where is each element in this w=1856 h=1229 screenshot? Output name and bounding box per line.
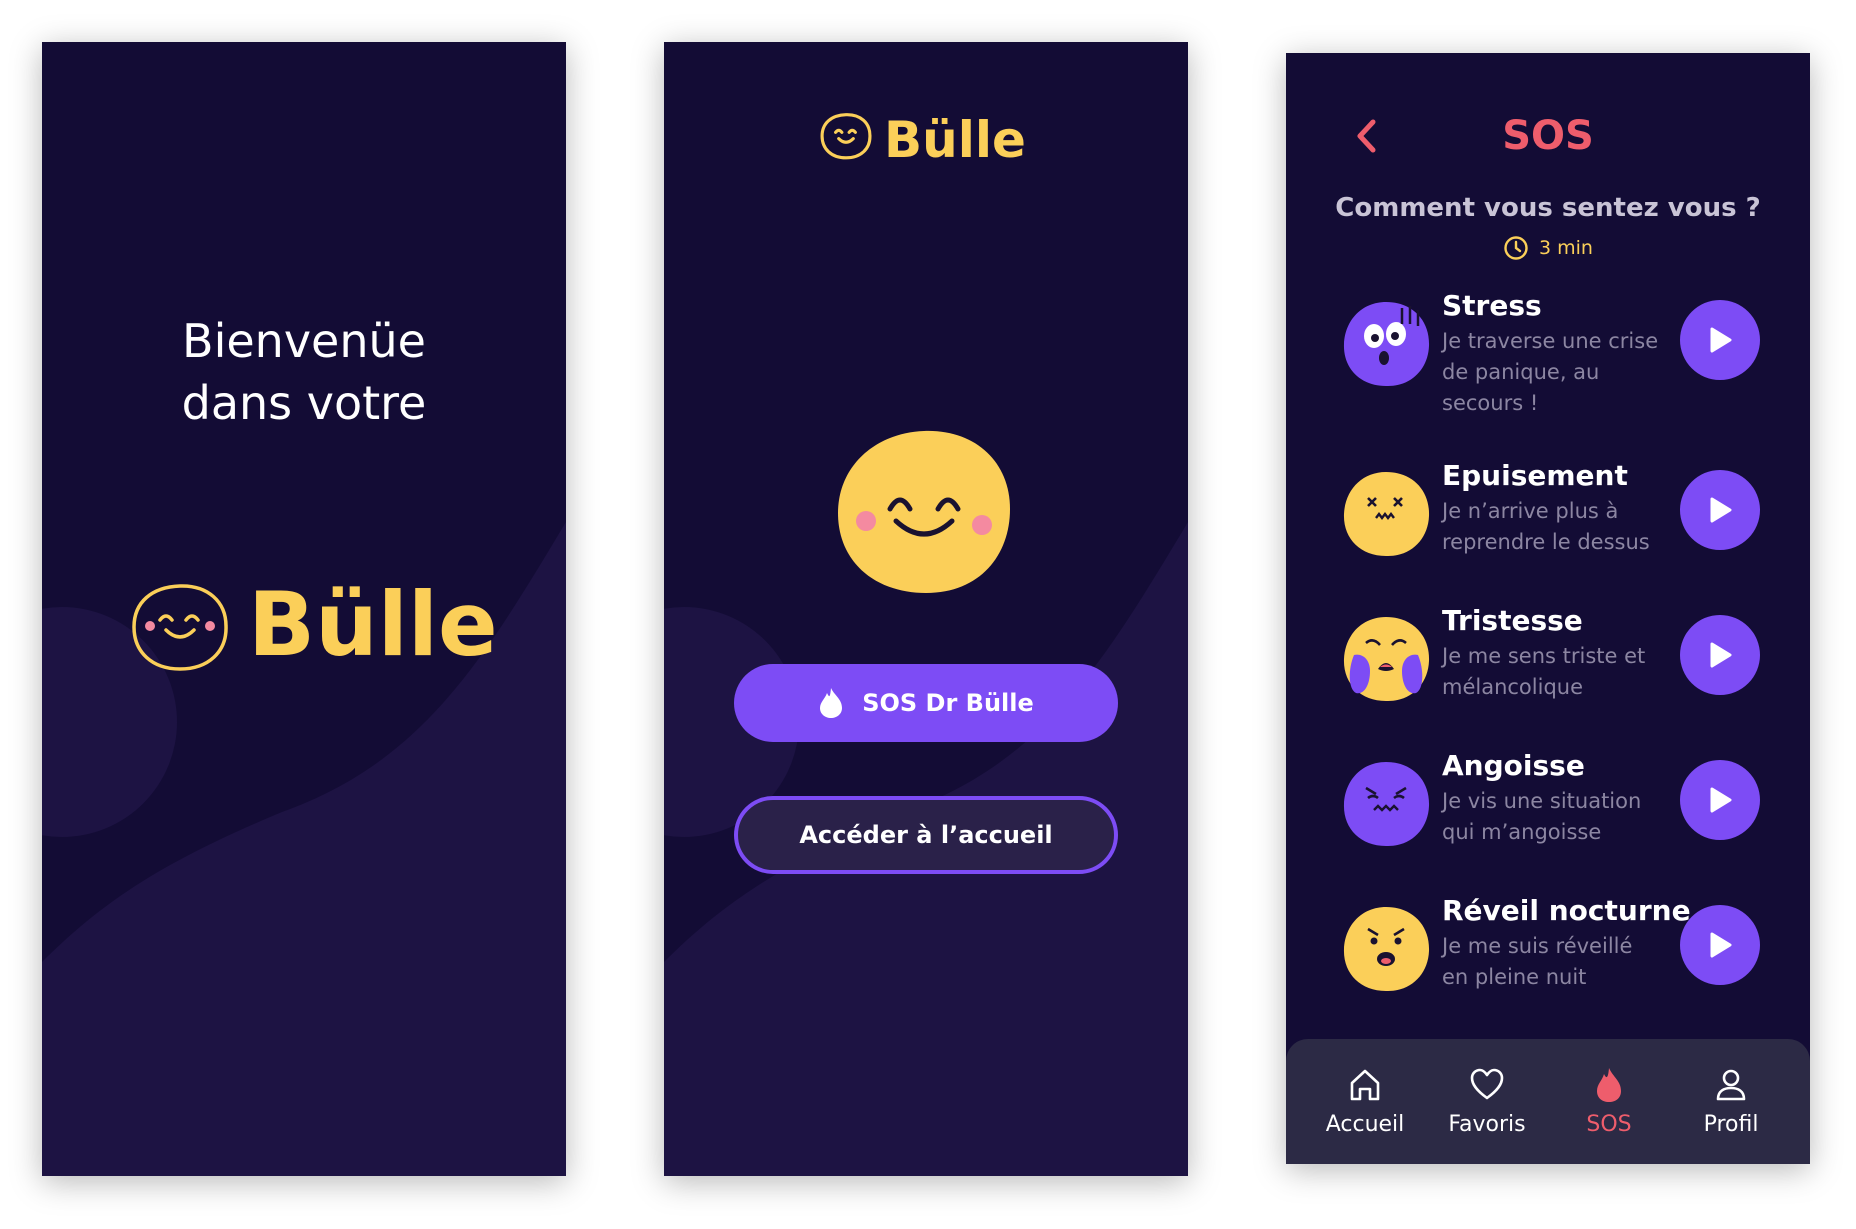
item-description: Je vis une situation qui m’angoisse — [1442, 789, 1642, 844]
flame-icon — [820, 688, 843, 718]
crying-face-icon — [1343, 617, 1430, 702]
list-item-angoisse[interactable]: Angoisse Je vis une situation qui m’ango… — [1340, 748, 1760, 868]
tab-label: SOS — [1586, 1112, 1632, 1137]
item-description: Je traverse une crise de panique, au sec… — [1442, 329, 1659, 415]
big-smiley-icon — [838, 430, 1010, 593]
home-button-label: Accéder à l’accueil — [799, 821, 1053, 849]
item-title: Angoisse — [1442, 749, 1585, 782]
page-title: SOS — [1502, 113, 1594, 159]
sos-screen: SOS Comment vous sentez vous ? 3 min Str… — [1286, 53, 1810, 1164]
play-icon — [1710, 497, 1732, 523]
item-title: Réveil nocturne — [1442, 894, 1691, 927]
user-icon — [1716, 1069, 1746, 1101]
list-item-stress[interactable]: Stress Je traverse une crise de panique,… — [1340, 288, 1760, 415]
sos-dr-bulle-button[interactable]: SOS Dr Bülle — [734, 664, 1118, 742]
item-title: Tristesse — [1442, 604, 1583, 637]
tab-label: Profil — [1703, 1112, 1759, 1137]
item-description: Je me sens triste et mélancolique — [1442, 644, 1646, 699]
item-description: Je n’arrive plus à reprendre le dessus — [1442, 499, 1650, 554]
play-button[interactable] — [1680, 470, 1760, 550]
exhausted-face-icon — [1343, 472, 1430, 557]
item-title: Stress — [1442, 289, 1542, 322]
clock-icon — [1504, 236, 1528, 260]
welcome-text: Bienvenüe dans votre — [181, 314, 427, 430]
brand-logo: Bülle — [130, 572, 510, 682]
play-icon — [1710, 327, 1732, 353]
duration-info: 3 min — [1286, 235, 1810, 261]
access-home-button[interactable]: Accéder à l’accueil — [734, 796, 1118, 874]
play-icon — [1710, 642, 1732, 668]
play-button[interactable] — [1680, 300, 1760, 380]
heart-icon — [1470, 1068, 1504, 1100]
list-item-tristesse[interactable]: Tristesse Je me sens triste et mélancoli… — [1340, 603, 1760, 723]
smiley-logo-icon — [820, 113, 872, 160]
item-description: Je me suis réveillé en pleine nuit — [1442, 934, 1633, 989]
play-button[interactable] — [1680, 615, 1760, 695]
brand-name: Bülle — [884, 111, 1026, 169]
play-icon — [1710, 932, 1732, 958]
list-item-reveil-nocturne[interactable]: Réveil nocturne Je me suis réveillé en p… — [1340, 893, 1760, 1013]
tab-favoris[interactable]: Favoris — [1432, 1066, 1542, 1137]
sos-button-label: SOS Dr Bülle — [862, 689, 1034, 717]
smiley-logo-icon — [132, 584, 228, 671]
tab-profil[interactable]: Profil — [1676, 1066, 1786, 1137]
tab-label: Accueil — [1325, 1112, 1405, 1137]
background-wave — [664, 522, 1188, 1176]
home-icon — [1350, 1069, 1380, 1101]
play-icon — [1710, 787, 1732, 813]
flame-icon — [1597, 1068, 1621, 1102]
stressed-face-icon — [1343, 302, 1430, 387]
anxious-face-icon — [1343, 762, 1430, 847]
item-title: Epuisement — [1442, 459, 1628, 492]
tab-sos[interactable]: SOS — [1554, 1066, 1664, 1137]
question-text: Comment vous sentez vous ? — [1335, 193, 1761, 223]
play-button[interactable] — [1680, 905, 1760, 985]
duration-label: 3 min — [1539, 237, 1593, 259]
home-screen: Bülle SOS Dr Bülle Accéder à l’accueil — [664, 42, 1188, 1176]
bottom-tab-bar: Accueil Favoris SOS Profil — [1286, 1039, 1810, 1164]
brand-name: Bülle — [248, 573, 498, 676]
surprised-face-icon — [1343, 907, 1430, 992]
tab-label: Favoris — [1448, 1112, 1526, 1137]
play-button[interactable] — [1680, 760, 1760, 840]
splash-screen: Bienvenüe dans votre Bülle — [42, 42, 566, 1176]
tab-accueil[interactable]: Accueil — [1310, 1066, 1420, 1137]
brand-logo: Bülle — [820, 108, 1040, 169]
list-item-epuisement[interactable]: Epuisement Je n’arrive plus à reprendre … — [1340, 458, 1760, 578]
